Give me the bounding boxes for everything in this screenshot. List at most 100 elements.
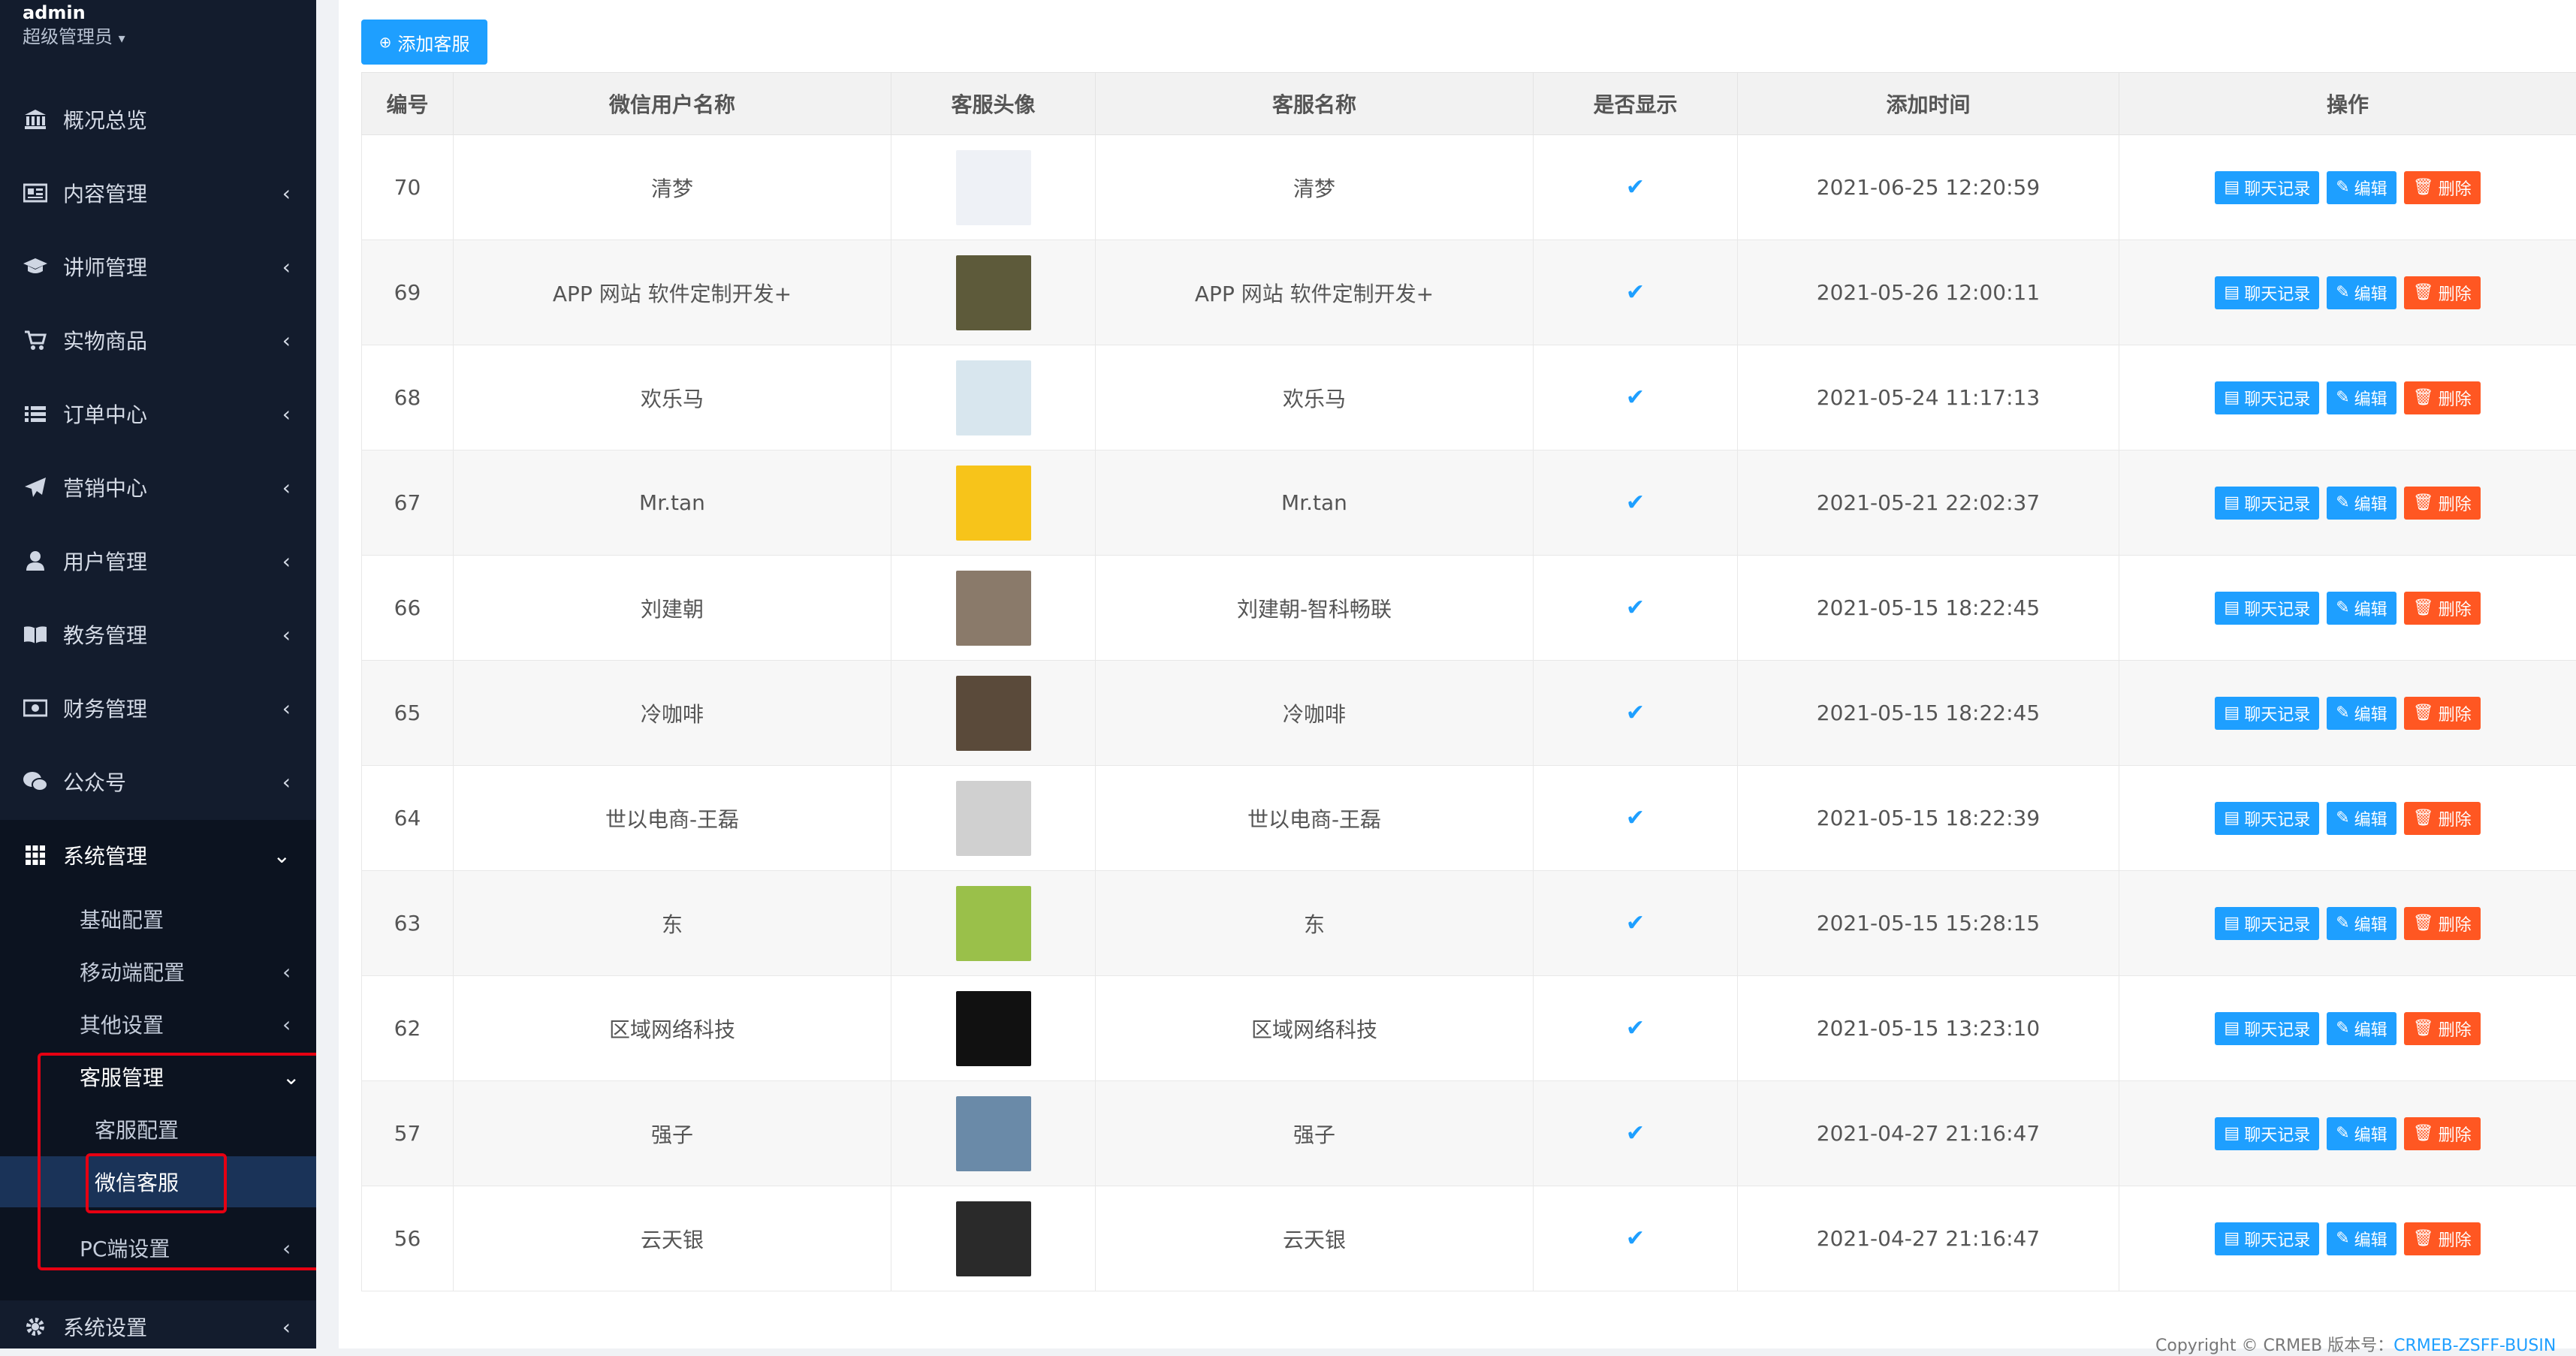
cell-actions: ▤聊天记录✎编辑🗑删除 [2119,661,2576,766]
delete-label: 删除 [2439,806,2472,830]
edit-button[interactable]: ✎编辑 [2327,1117,2396,1150]
cell-wx-name: 冷咖啡 [454,661,891,766]
add-kefu-button[interactable]: ⊕ 添加客服 [361,20,487,65]
nav-item-marketing[interactable]: 营销中心 ‹ [0,461,316,514]
row-actions: ▤聊天记录✎编辑🗑删除 [2120,487,2575,520]
sub-item-other-settings[interactable]: 其他设置‹ [80,1002,164,1047]
edit-button[interactable]: ✎编辑 [2327,802,2396,835]
row-actions: ▤聊天记录✎编辑🗑删除 [2120,697,2575,730]
nav-item-system-settings[interactable]: 系统设置 ‹ [0,1300,316,1353]
chat-record-button[interactable]: ▤聊天记录 [2215,1222,2319,1255]
nav-item-system[interactable]: 系统管理 ⌄ [0,829,316,881]
edit-button[interactable]: ✎编辑 [2327,697,2396,730]
table-row: 65冷咖啡冷咖啡✔2021-05-15 18:22:45▤聊天记录✎编辑🗑删除 [362,661,2576,766]
nav-item-academic[interactable]: 教务管理 ‹ [0,608,316,661]
cell-actions: ▤聊天记录✎编辑🗑删除 [2119,556,2576,661]
delete-label: 删除 [2439,701,2472,725]
delete-button[interactable]: 🗑删除 [2404,276,2481,309]
cell-actions: ▤聊天记录✎编辑🗑删除 [2119,135,2576,240]
edit-button[interactable]: ✎ 编辑 [2327,1012,2396,1045]
cell-actions: ▤聊天记录✎编辑🗑删除 [2119,871,2576,976]
edit-button[interactable]: ✎编辑 [2327,592,2396,625]
pencil-icon: ✎ [2336,1019,2349,1038]
nav-item-overview[interactable]: 概况总览 [0,93,316,146]
edit-button[interactable]: ✎编辑 [2327,487,2396,520]
user-role-dropdown[interactable]: 超级管理员 ▾ [23,24,125,52]
edit-label: 编辑 [2354,1017,2387,1041]
chat-record-button[interactable]: ▤聊天记录 [2215,171,2319,204]
edit-button[interactable]: ✎ 编辑 [2327,276,2396,309]
chat-record-button[interactable]: ▤聊天记录 [2215,802,2319,835]
delete-button[interactable]: 🗑删除 [2404,1222,2481,1255]
chat-record-label: 聊天记录 [2244,491,2310,515]
footer-version-link[interactable]: CRMEB-ZSFF-BUSIN [2394,1336,2556,1355]
edit-button[interactable]: ✎编辑 [2327,1222,2396,1255]
delete-button[interactable]: 🗑删除 [2404,907,2481,940]
delete-button[interactable]: 🗑 删除 [2404,802,2481,835]
cell-visible: ✔ [1534,1186,1738,1291]
edit-button[interactable]: ✎编辑 [2327,381,2396,414]
file-icon: ▤ [2224,809,2240,827]
delete-button[interactable]: 🗑删除 [2404,1117,2481,1150]
trash-icon: 🗑 [2413,1229,2434,1248]
nav-item-wechat[interactable]: 公众号 ‹ [0,755,316,808]
checkmark-icon: ✔ [1626,805,1645,831]
chat-record-button[interactable]: ▤聊天记录 [2215,1012,2319,1045]
cell-visible: ✔ [1534,766,1738,871]
sub-item-basic-config[interactable]: 基础配置 [80,896,164,942]
nav-item-finance[interactable]: 财务管理 ‹ [0,682,316,734]
chat-record-button[interactable]: ▤聊天记录 [2215,592,2319,625]
file-icon: ▤ [2224,914,2240,933]
trash-icon: 🗑 [2413,178,2434,197]
nav-item-teacher[interactable]: 讲师管理 ‹ [0,240,316,293]
edit-button[interactable]: ✎编辑 [2327,171,2396,204]
chat-record-button[interactable]: ▤聊天记录 [2215,1117,2319,1150]
user-name: admin [23,2,125,24]
edit-button[interactable]: ✎编辑 [2327,907,2396,940]
file-icon: ▤ [2224,704,2240,722]
checkmark-icon: ✔ [1626,279,1645,306]
nav-item-goods[interactable]: 实物商品 ‹ [0,314,316,366]
checkmark-icon: ✔ [1626,1120,1645,1147]
chat-record-button[interactable]: ▤聊天记录 [2215,697,2319,730]
cell-kf-name: 清梦 [1096,135,1534,240]
cell-id: 69 [362,240,454,345]
delete-button[interactable]: 🗑删除 [2404,592,2481,625]
nav-label: 实物商品 [63,325,147,355]
kefu-table: 编号 微信用户名称 客服头像 客服名称 是否显示 添加时间 操作 70清梦清梦✔… [361,72,2576,1291]
sub-item-mobile-config[interactable]: 移动端配置‹ [80,949,185,994]
delete-button[interactable]: 🗑删除 [2404,697,2481,730]
row-actions: ▤聊天记录 ✎ 编辑 🗑删除 [2120,276,2575,309]
delete-button[interactable]: 🗑删除 [2404,1012,2481,1045]
delete-button[interactable]: 🗑删除 [2404,381,2481,414]
nav-item-users[interactable]: 用户管理 ‹ [0,535,316,587]
nav-label: 公众号 [63,767,126,797]
edit-label: 编辑 [2354,281,2387,305]
pencil-icon: ✎ [2336,283,2349,302]
cell-kf-name: 东 [1096,871,1534,976]
table-row: 57强子强子✔2021-04-27 21:16:47▤聊天记录✎编辑🗑删除 [362,1081,2576,1186]
nav-item-orders[interactable]: 订单中心 ‹ [0,387,316,440]
cart-icon [23,327,48,353]
chevron-left-icon: ‹ [282,167,291,219]
chat-record-button[interactable]: ▤聊天记录 [2215,487,2319,520]
chat-record-button[interactable]: ▤聊天记录 [2215,276,2319,309]
avatar [956,571,1031,646]
delete-button[interactable]: 🗑删除 [2404,487,2481,520]
cell-id: 70 [362,135,454,240]
checkmark-icon: ✔ [1626,1015,1645,1041]
cell-avatar [891,450,1096,556]
chat-record-button[interactable]: ▤聊天记录 [2215,907,2319,940]
delete-button[interactable]: 🗑删除 [2404,171,2481,204]
cell-visible: ✔ [1534,450,1738,556]
cell-id: 56 [362,1186,454,1291]
edit-label: 编辑 [2354,912,2387,936]
chevron-left-icon: ‹ [282,387,291,440]
nav-label: 订单中心 [63,399,147,429]
nav-item-content[interactable]: 内容管理 ‹ [0,167,316,219]
table-row: 64世以电商-王磊世以电商-王磊✔2021-05-15 18:22:39▤聊天记… [362,766,2576,871]
chat-record-button[interactable]: ▤聊天记录 [2215,381,2319,414]
trash-icon: 🗑 [2413,809,2434,827]
cell-wx-name: 清梦 [454,135,891,240]
column-header-id: 编号 [362,73,454,135]
